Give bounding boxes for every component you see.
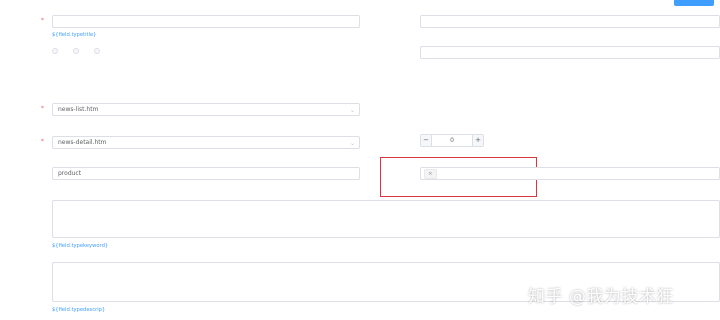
parent-input[interactable] (420, 15, 720, 28)
description-hint: ${field.typedescrip} (52, 307, 106, 313)
sort-order-stepper[interactable]: − 0 + (420, 134, 484, 147)
required-mark: * (40, 16, 44, 24)
type-radio-group (52, 48, 115, 54)
list-template-label: * (4, 103, 46, 113)
close-icon[interactable]: × (428, 171, 433, 177)
decrement-button[interactable]: − (421, 135, 432, 146)
keywords-hint: ${field.typekeyword} (52, 243, 109, 249)
list-template-select[interactable]: news-list.htm ⌄ (52, 103, 360, 116)
attribute-select[interactable]: × (420, 167, 720, 180)
form-page: * ${field.typetitle} * news-list.htm ⌄ * … (0, 0, 720, 320)
chevron-down-icon: ⌄ (349, 140, 355, 147)
watermark: 知乎 @我为技术狂 (528, 287, 674, 307)
type-radio-2[interactable] (94, 48, 103, 54)
increment-button[interactable]: + (472, 135, 483, 146)
chevron-down-icon: ⌄ (349, 107, 355, 114)
detail-template-select[interactable]: news-detail.htm ⌄ (52, 136, 360, 149)
name-input[interactable] (52, 15, 360, 28)
attribute-tag: × (424, 169, 437, 179)
required-mark: * (40, 104, 44, 112)
detail-template-label: * (4, 136, 46, 146)
required-mark: * (40, 137, 44, 145)
model-select[interactable] (420, 46, 720, 59)
type-radio-0[interactable] (52, 48, 61, 54)
top-action-button[interactable] (674, 0, 714, 6)
path-input[interactable]: product (52, 167, 360, 180)
type-radio-1[interactable] (73, 48, 82, 54)
keywords-textarea[interactable] (52, 200, 720, 238)
name-label: * (4, 15, 46, 25)
name-hint: ${field.typetitle} (52, 32, 97, 38)
